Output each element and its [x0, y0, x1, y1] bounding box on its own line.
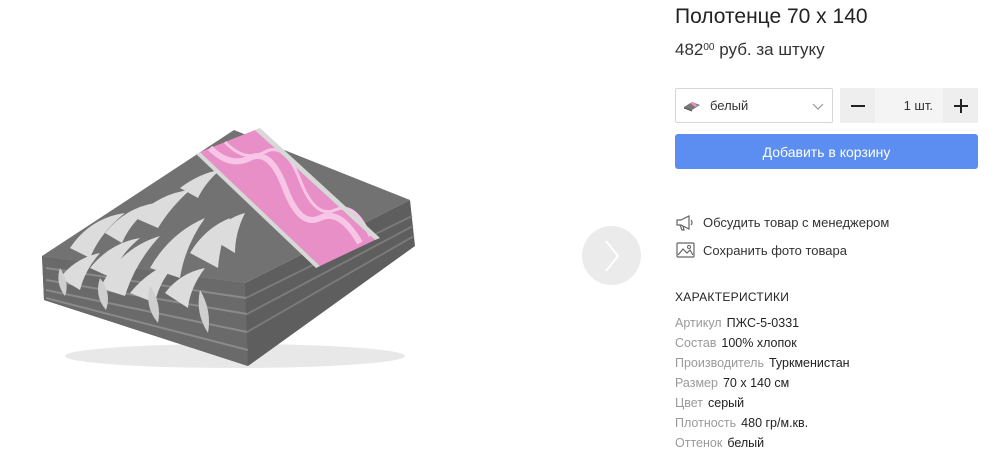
- price-cents: 00: [703, 42, 715, 53]
- discuss-with-manager-link[interactable]: Обсудить товар с менеджером: [675, 212, 889, 232]
- product-title: Полотенце 70 х 140: [675, 5, 868, 28]
- towel-swatch-icon: [684, 101, 700, 111]
- quantity-stepper: 1 шт.: [840, 88, 978, 123]
- spec-item: Размер 70 х 140 см: [675, 375, 850, 395]
- product-gallery: [0, 0, 650, 458]
- spec-item: Плотность 480 гр/м.кв.: [675, 415, 850, 435]
- spec-item: Производитель Туркменистан: [675, 355, 850, 375]
- save-photo-link[interactable]: Сохранить фото товара: [675, 240, 847, 260]
- save-photo-label: Сохранить фото товара: [703, 242, 847, 258]
- product-price: 48200 руб. за штуку: [675, 40, 825, 60]
- spec-value: серый: [708, 396, 745, 410]
- spec-key: Плотность: [675, 416, 737, 430]
- price-unit: руб. за штуку: [719, 40, 825, 59]
- spec-key: Состав: [675, 336, 717, 350]
- spec-key: Размер: [675, 376, 718, 390]
- product-page: Полотенце 70 х 140 48200 руб. за штуку б…: [0, 0, 987, 458]
- spec-key: Производитель: [675, 356, 764, 370]
- spec-item: Оттенок белый: [675, 435, 850, 455]
- plus-icon: [953, 98, 968, 113]
- spec-item: Артикул ПЖС-5-0331: [675, 315, 850, 335]
- color-selected-value: белый: [710, 98, 749, 113]
- color-dropdown[interactable]: белый: [675, 88, 833, 123]
- minus-icon: [850, 104, 865, 107]
- spec-value: 70 х 140 см: [722, 376, 790, 390]
- discuss-link-label: Обсудить товар с менеджером: [703, 214, 890, 230]
- spec-value: Туркменистан: [768, 356, 850, 370]
- product-photo: [42, 128, 415, 368]
- spec-item: Состав 100% хлопок: [675, 335, 850, 355]
- spec-key: Оттенок: [675, 436, 723, 450]
- chevron-down-icon: [812, 103, 824, 110]
- add-to-cart-button[interactable]: Добавить в корзину: [675, 134, 978, 169]
- spec-key: Артикул: [675, 316, 722, 330]
- quantity-input[interactable]: 1 шт.: [875, 88, 943, 123]
- spec-value: белый: [727, 436, 765, 450]
- quantity-increment-button[interactable]: [943, 88, 978, 123]
- spec-value: 100% хлопок: [721, 336, 797, 350]
- specs-heading: ХАРАКТЕРИСТИКИ: [675, 290, 790, 304]
- spec-value: 480 гр/м.кв.: [741, 416, 809, 430]
- spec-value: ПЖС-5-0331: [726, 316, 800, 330]
- chevron-right-icon: [604, 239, 619, 272]
- quantity-decrement-button[interactable]: [840, 88, 875, 123]
- spec-key: Цвет: [675, 396, 704, 410]
- spec-item: Цвет серый: [675, 395, 850, 415]
- price-main: 482: [675, 40, 704, 59]
- megaphone-icon: [676, 215, 693, 231]
- gallery-next-button[interactable]: [582, 226, 641, 285]
- image-icon: [676, 242, 695, 258]
- specs-list: Артикул ПЖС-5-0331 Состав 100% хлопок Прои…: [675, 315, 850, 455]
